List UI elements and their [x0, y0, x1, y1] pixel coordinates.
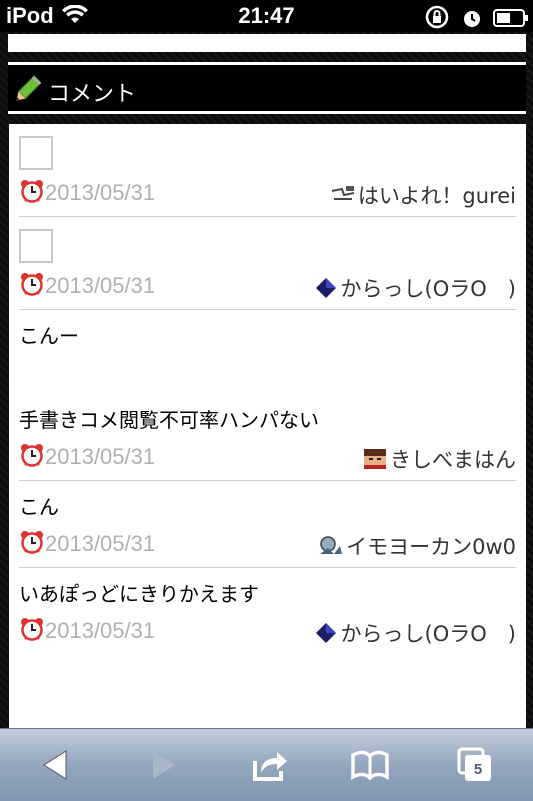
drawing-avatar-icon — [330, 183, 356, 207]
comment-author[interactable]: はいよれ！gurei — [330, 180, 516, 210]
comment-list[interactable]: 2013/05/31 はいよれ！gurei 2013/05/31 からっし(Oラ… — [9, 124, 526, 734]
drawing-avatar-icon — [318, 534, 344, 558]
alarm-clock-icon — [19, 529, 45, 559]
comment-author-name: からっし(OラO ) — [340, 622, 516, 646]
comment-item: 2013/05/31 からっし(OラO ) — [19, 229, 516, 310]
comment-meta: 2013/05/31 はいよれ！gurei — [19, 170, 516, 216]
tab-count: 5 — [473, 761, 483, 778]
comment-date: 2013/05/31 — [45, 444, 156, 469]
comment-item: こん 2013/05/31 イモヨーカン0w0 — [19, 481, 516, 568]
comment-meta: 2013/05/31 きしべまはん — [19, 434, 516, 480]
alarm-clock-icon — [19, 178, 45, 208]
comment-meta: 2013/05/31 イモヨーカン0w0 — [19, 521, 516, 567]
comment-body: こんー 手書きコメ閲覧不可率ハンパない — [19, 324, 319, 432]
comment-date: 2013/05/31 — [45, 273, 156, 298]
share-button[interactable] — [249, 745, 289, 785]
comment-item: いあぽっどにきりかえます 2013/05/31 からっし(OラO ) — [19, 568, 516, 654]
comment-meta: 2013/05/31 からっし(OラO ) — [19, 608, 516, 654]
forward-button[interactable] — [143, 745, 183, 785]
alarm-clock-icon — [19, 616, 45, 646]
alarm-clock-icon — [19, 442, 45, 472]
rotation-lock-icon — [425, 5, 449, 35]
comment-author[interactable]: イモヨーカン0w0 — [318, 531, 516, 561]
comment-body: こん — [19, 495, 59, 519]
comment-date: 2013/05/31 — [45, 180, 156, 205]
comment-image-thumbnail[interactable] — [19, 229, 53, 263]
alarm-clock-icon — [19, 271, 45, 301]
clock-time: 21:47 — [238, 3, 295, 28]
page-top-strip — [8, 34, 526, 52]
battery-icon — [493, 7, 529, 33]
comment-meta: 2013/05/31 からっし(OラO ) — [19, 263, 516, 309]
comment-author[interactable]: からっし(OラO ) — [313, 618, 516, 648]
comment-author[interactable]: きしべまはん — [362, 444, 516, 474]
section-header: コメント — [8, 62, 526, 114]
diamond-avatar-icon — [313, 276, 339, 300]
comment-date: 2013/05/31 — [45, 618, 156, 643]
face-avatar-icon — [362, 447, 388, 471]
bookmarks-icon[interactable] — [350, 745, 390, 785]
browser-toolbar: 5 — [0, 728, 533, 801]
comment-item: 2013/05/31 はいよれ！gurei — [19, 136, 516, 217]
comment-author[interactable]: からっし(OラO ) — [313, 273, 516, 303]
comment-item: こんー 手書きコメ閲覧不可率ハンパない 2013/05/31 きしべまはん — [19, 310, 516, 481]
comment-body: いあぽっどにきりかえます — [19, 582, 259, 606]
alarm-icon — [463, 8, 481, 34]
comment-image-thumbnail[interactable] — [19, 136, 53, 170]
comment-author-name: はいよれ！gurei — [357, 184, 516, 208]
section-title: コメント — [48, 82, 137, 107]
comment-author-name: からっし(OラO ) — [340, 277, 516, 301]
comment-date: 2013/05/31 — [45, 531, 156, 556]
status-bar: iPod 21:47 — [0, 0, 533, 32]
comment-author-name: イモヨーカン0w0 — [346, 535, 516, 559]
comment-author-name: きしべまはん — [390, 448, 516, 472]
back-button[interactable] — [36, 745, 76, 785]
pencil-icon — [13, 75, 42, 109]
diamond-avatar-icon — [313, 621, 339, 645]
